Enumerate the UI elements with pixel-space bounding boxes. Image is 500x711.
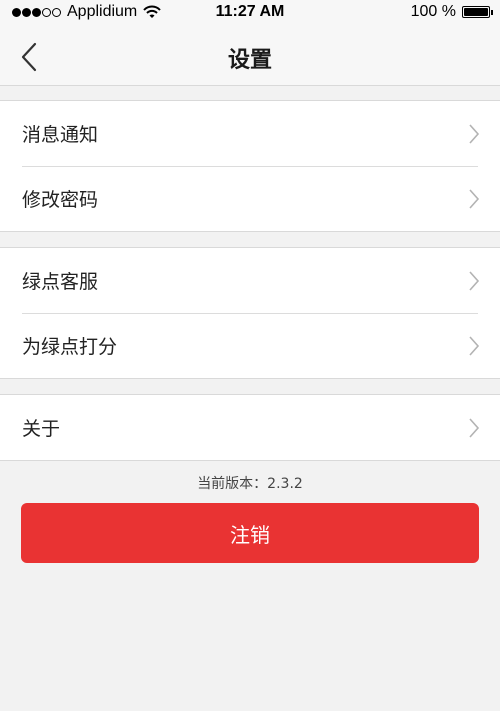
settings-item-change-password[interactable]: 修改密码 <box>0 166 500 231</box>
settings-item-rate-app[interactable]: 为绿点打分 <box>0 313 500 378</box>
chevron-right-icon <box>469 336 480 356</box>
settings-item-notifications[interactable]: 消息通知 <box>0 101 500 166</box>
settings-item-about[interactable]: 关于 <box>0 395 500 460</box>
chevron-right-icon <box>469 271 480 291</box>
settings-group-account: 消息通知 修改密码 <box>0 100 500 232</box>
settings-item-label: 修改密码 <box>22 189 99 211</box>
status-right: 100 % <box>410 3 493 21</box>
settings-item-label: 关于 <box>22 418 61 440</box>
settings-item-label: 为绿点打分 <box>22 336 118 358</box>
logout-label: 注销 <box>230 522 270 547</box>
version-label: 当前版本：2.3.2 <box>197 476 303 492</box>
battery-percentage: 100 % <box>410 3 456 20</box>
chevron-right-icon <box>469 124 480 144</box>
page-title: 设置 <box>227 48 272 73</box>
chevron-right-icon <box>469 418 480 438</box>
status-bar: Applidium 11:27 AM 100 % <box>0 0 500 26</box>
settings-item-label: 消息通知 <box>22 124 99 146</box>
battery-icon <box>462 6 493 18</box>
chevron-right-icon <box>469 189 480 209</box>
nav-bar: 设置 <box>0 26 500 86</box>
settings-group-support: 绿点客服 为绿点打分 <box>0 247 500 379</box>
settings-item-customer-service[interactable]: 绿点客服 <box>0 248 500 313</box>
settings-item-label: 绿点客服 <box>22 271 99 293</box>
settings-group-about: 关于 <box>0 394 500 461</box>
logout-button[interactable]: 注销 <box>21 503 479 563</box>
